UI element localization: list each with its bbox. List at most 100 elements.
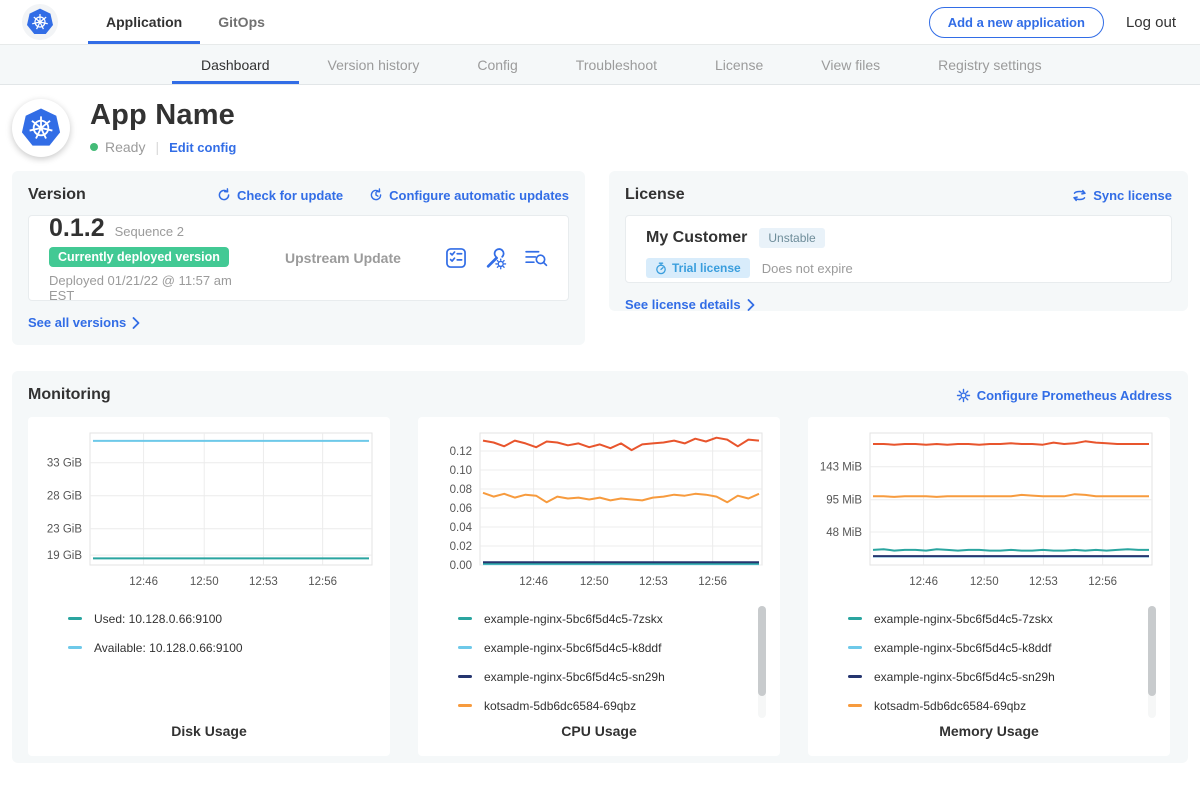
legend-label: kotsadm-5db6dc6584-69qbz bbox=[874, 699, 1026, 713]
legend-label: example-nginx-5bc6f5d4c5-sn29h bbox=[484, 670, 665, 684]
legend-color-dash bbox=[848, 675, 862, 678]
sync-license-link[interactable]: Sync license bbox=[1072, 188, 1172, 203]
svg-text:143 MiB: 143 MiB bbox=[820, 462, 863, 474]
add-application-button[interactable]: Add a new application bbox=[929, 7, 1104, 38]
svg-text:12:56: 12:56 bbox=[308, 576, 337, 588]
memory-usage-legend: example-nginx-5bc6f5d4c5-7zskxexample-ng… bbox=[848, 604, 1170, 720]
tab-dashboard[interactable]: Dashboard bbox=[172, 48, 299, 84]
charts-row: 19 GiB 23 GiB 28 GiB 33 GiB 12:46 12:50 12:53 1… bbox=[28, 417, 1172, 756]
memory-usage-chart: 48 MiB95 MiB143 MiB12:4612:5012:5312:56 bbox=[812, 425, 1164, 595]
legend-color-dash bbox=[68, 617, 82, 620]
legend-item: Available: 10.128.0.66:9100 bbox=[68, 633, 356, 662]
disk-usage-legend: Used: 10.128.0.66:9100 Available: 10.128.… bbox=[68, 604, 390, 662]
tab-license[interactable]: License bbox=[686, 48, 792, 84]
svg-text:33 GiB: 33 GiB bbox=[47, 458, 82, 470]
legend-scrollbar-track[interactable] bbox=[758, 606, 766, 718]
app-header: App Name Ready | Edit config bbox=[0, 85, 1200, 171]
svg-text:12:56: 12:56 bbox=[1088, 576, 1117, 588]
tab-config[interactable]: Config bbox=[448, 48, 546, 84]
configure-prometheus-link[interactable]: Configure Prometheus Address bbox=[956, 388, 1172, 403]
legend-item: example-nginx-5bc6f5d4c5-k8ddf bbox=[848, 633, 1136, 662]
svg-text:0.08: 0.08 bbox=[450, 484, 472, 496]
legend-label: example-nginx-5bc6f5d4c5-7zskx bbox=[484, 612, 663, 626]
topnav-tab-gitops[interactable]: GitOps bbox=[200, 3, 283, 44]
legend-scrollbar-thumb[interactable] bbox=[758, 606, 766, 696]
app-kubernetes-icon bbox=[19, 106, 63, 150]
version-card: Version Check for update Configure autom… bbox=[12, 171, 585, 345]
svg-text:0.04: 0.04 bbox=[450, 522, 473, 534]
sync-icon bbox=[1072, 189, 1087, 202]
license-expiration: Does not expire bbox=[762, 261, 853, 276]
deployed-timestamp: Deployed 01/21/22 @ 11:57 am EST bbox=[49, 273, 259, 303]
svg-text:28 GiB: 28 GiB bbox=[47, 491, 82, 503]
stopwatch-icon bbox=[655, 262, 667, 275]
svg-text:19 GiB: 19 GiB bbox=[47, 550, 82, 562]
cpu-usage-panel: 0.000.020.040.060.080.100.1212:4612:5012… bbox=[418, 417, 780, 756]
legend-color-dash bbox=[848, 704, 862, 707]
preflight-checks-icon[interactable] bbox=[445, 247, 467, 269]
app-sub-nav: DashboardVersion historyConfigTroublesho… bbox=[0, 45, 1200, 85]
configure-automatic-updates-link[interactable]: Configure automatic updates bbox=[369, 188, 569, 203]
edit-config-link[interactable]: Edit config bbox=[169, 140, 236, 155]
see-license-details-link[interactable]: See license details bbox=[625, 297, 755, 312]
cpu-usage-chart: 0.000.020.040.060.080.100.1212:4612:5012… bbox=[422, 425, 774, 595]
legend-scrollbar-track[interactable] bbox=[1148, 606, 1156, 718]
legend-item: kotsadm-5db6dc6584-69qbz bbox=[848, 691, 1136, 720]
chevron-right-icon bbox=[747, 299, 755, 311]
svg-text:12:53: 12:53 bbox=[249, 576, 278, 588]
currently-deployed-badge: Currently deployed version bbox=[49, 247, 229, 267]
version-card-title: Version bbox=[28, 186, 86, 204]
tab-view-files[interactable]: View files bbox=[792, 48, 909, 84]
license-card: License Sync license My Customer Unstabl… bbox=[609, 171, 1188, 311]
tab-version-history[interactable]: Version history bbox=[299, 48, 449, 84]
customer-name: My Customer bbox=[646, 229, 747, 247]
svg-text:0.10: 0.10 bbox=[450, 465, 472, 477]
svg-text:95 MiB: 95 MiB bbox=[826, 495, 862, 507]
gear-icon bbox=[956, 388, 971, 403]
top-nav: ApplicationGitOps Add a new application … bbox=[0, 0, 1200, 45]
legend-item: example-nginx-5bc6f5d4c5-sn29h bbox=[848, 662, 1136, 691]
divider: | bbox=[155, 139, 159, 155]
svg-text:12:50: 12:50 bbox=[580, 576, 609, 588]
svg-text:12:50: 12:50 bbox=[970, 576, 999, 588]
topnav-tab-application[interactable]: Application bbox=[88, 3, 200, 44]
status-dot bbox=[90, 143, 98, 151]
legend-label: example-nginx-5bc6f5d4c5-k8ddf bbox=[484, 641, 661, 655]
legend-item: example-nginx-5bc6f5d4c5-7zskx bbox=[458, 604, 746, 633]
chart-title: CPU Usage bbox=[418, 723, 780, 739]
legend-item: kotsadm-5db6dc6584-69qbz bbox=[458, 691, 746, 720]
svg-text:12:46: 12:46 bbox=[519, 576, 548, 588]
chevron-right-icon bbox=[132, 317, 140, 329]
legend-label: Available: 10.128.0.66:9100 bbox=[94, 641, 243, 655]
legend-item: Used: 10.128.0.66:9100 bbox=[68, 604, 356, 633]
svg-text:48 MiB: 48 MiB bbox=[826, 527, 862, 539]
kubernetes-logo-icon bbox=[25, 7, 55, 37]
kubernetes-logo-button[interactable] bbox=[22, 4, 58, 40]
version-source: Upstream Update bbox=[285, 250, 401, 266]
legend-label: kotsadm-5db6dc6584-69qbz bbox=[484, 699, 636, 713]
channel-badge: Unstable bbox=[759, 228, 824, 248]
legend-scrollbar-thumb[interactable] bbox=[1148, 606, 1156, 696]
svg-text:0.00: 0.00 bbox=[450, 560, 472, 572]
check-for-update-link[interactable]: Check for update bbox=[217, 188, 343, 203]
tab-registry-settings[interactable]: Registry settings bbox=[909, 48, 1070, 84]
status-text: Ready bbox=[105, 139, 145, 155]
svg-text:12:53: 12:53 bbox=[639, 576, 668, 588]
see-all-versions-link[interactable]: See all versions bbox=[28, 315, 140, 330]
svg-text:0.12: 0.12 bbox=[450, 446, 472, 458]
svg-text:12:46: 12:46 bbox=[129, 576, 158, 588]
chart-title: Disk Usage bbox=[28, 723, 390, 739]
svg-text:0.06: 0.06 bbox=[450, 503, 472, 515]
version-number: 0.1.2 bbox=[49, 214, 105, 243]
monitoring-card: Monitoring Configure Prometheus Address … bbox=[12, 371, 1188, 763]
logout-link[interactable]: Log out bbox=[1126, 14, 1176, 31]
page-title: App Name bbox=[90, 99, 236, 132]
config-wrench-icon[interactable] bbox=[484, 247, 507, 270]
tab-troubleshoot[interactable]: Troubleshoot bbox=[547, 48, 686, 84]
view-logs-icon[interactable] bbox=[524, 248, 548, 268]
svg-text:12:56: 12:56 bbox=[698, 576, 727, 588]
legend-color-dash bbox=[848, 646, 862, 649]
refresh-icon bbox=[217, 188, 231, 202]
svg-text:23 GiB: 23 GiB bbox=[47, 524, 82, 536]
svg-text:12:53: 12:53 bbox=[1029, 576, 1058, 588]
